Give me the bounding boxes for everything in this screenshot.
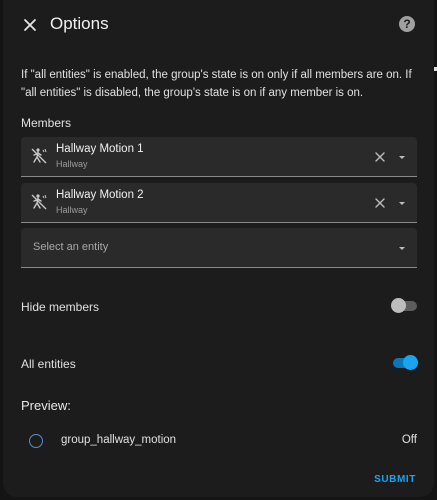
help-button[interactable]: ? xyxy=(399,16,415,32)
motion-sensor-off-icon xyxy=(31,148,47,164)
help-icon: ? xyxy=(403,17,411,31)
dialog-header: Options ? xyxy=(3,0,434,48)
toggle-thumb xyxy=(391,298,406,313)
member-name: Hallway Motion 2 xyxy=(56,189,144,201)
preview-heading: Preview: xyxy=(21,398,71,413)
all-entities-toggle[interactable] xyxy=(391,352,418,374)
hide-members-toggle[interactable] xyxy=(391,295,417,317)
dialog-title: Options xyxy=(50,14,109,33)
clear-icon[interactable] xyxy=(373,196,387,210)
state-circle-icon xyxy=(29,434,43,448)
member-area: Hallway xyxy=(56,159,88,169)
member-row[interactable]: Hallway Motion 1 Hallway xyxy=(21,137,417,177)
toggle-thumb xyxy=(403,355,418,370)
entity-select-placeholder: Select an entity xyxy=(33,241,109,253)
members-label: Members xyxy=(21,116,72,130)
description-text: If "all entities" is enabled, the group'… xyxy=(21,69,412,99)
clear-icon[interactable] xyxy=(373,150,387,164)
preview-entity-name[interactable]: group_hallway_motion xyxy=(61,434,176,446)
all-entities-label: All entities xyxy=(21,357,76,371)
motion-sensor-off-icon xyxy=(31,194,47,210)
member-area: Hallway xyxy=(56,205,88,215)
submit-button[interactable]: SUBMIT xyxy=(374,474,416,485)
entity-select[interactable]: Select an entity xyxy=(21,228,417,268)
member-name: Hallway Motion 1 xyxy=(56,143,144,155)
chevron-down-icon[interactable] xyxy=(395,150,409,164)
close-button[interactable] xyxy=(19,14,41,36)
preview-state: Off xyxy=(401,434,417,446)
options-dialog: Options ? If "all entities" is enabled, … xyxy=(3,0,434,497)
close-icon xyxy=(24,19,36,31)
chevron-down-icon[interactable] xyxy=(395,241,409,255)
hide-members-label: Hide members xyxy=(21,300,100,314)
chevron-down-icon[interactable] xyxy=(395,196,409,210)
member-row[interactable]: Hallway Motion 2 Hallway xyxy=(21,183,417,223)
